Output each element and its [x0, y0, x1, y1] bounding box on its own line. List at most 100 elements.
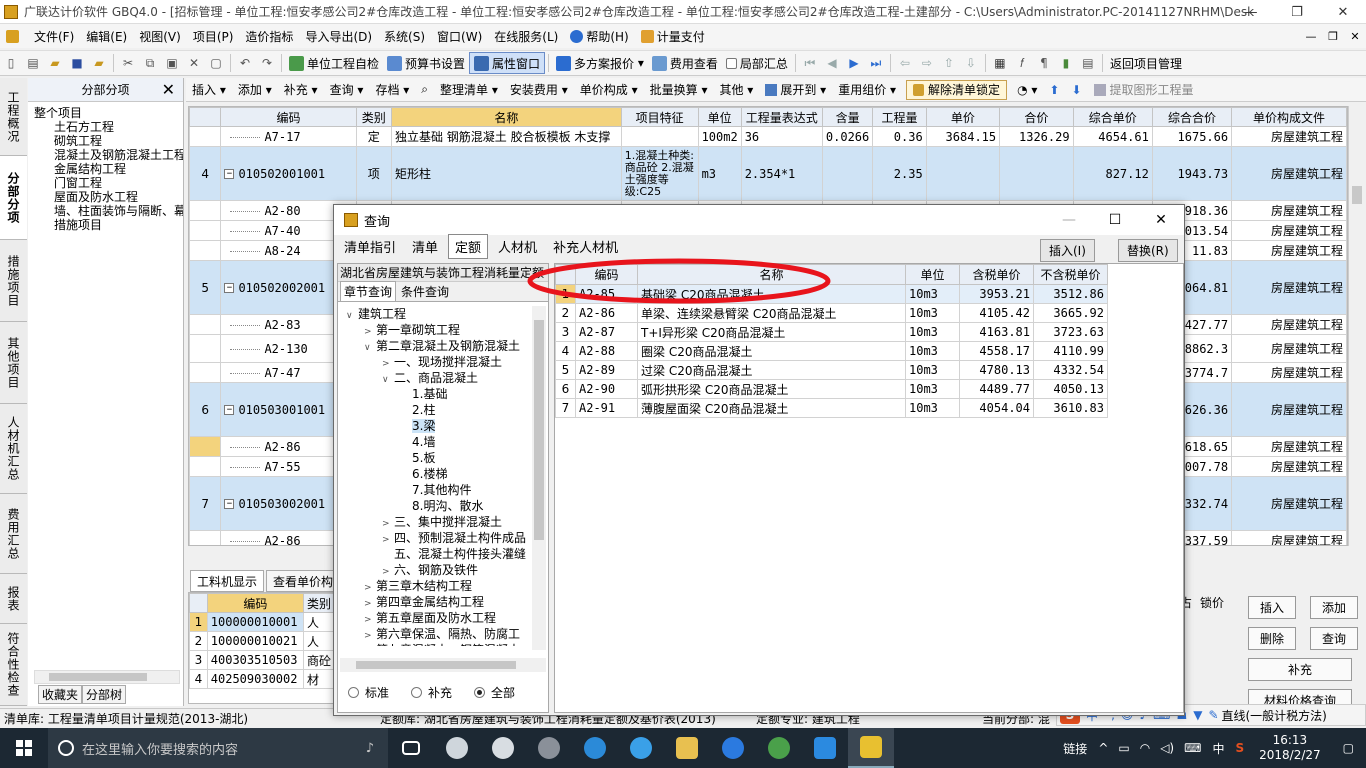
scrollbar-thumb[interactable]	[49, 673, 147, 681]
quota-unit-cell[interactable]: 10m3	[905, 379, 960, 399]
material-display-tab[interactable]: 工料机显示	[190, 570, 265, 592]
price-with-tax-cell[interactable]: 3953.21	[959, 284, 1034, 304]
prev-icon[interactable]: ◀	[821, 52, 843, 74]
quota-row[interactable]: 3 A2-87 T+I异形梁 C20商品混凝土 10m3 4163.81 3723.63	[555, 322, 1108, 342]
chapter-tree-node[interactable]: > 第五章屋面及防水工程	[340, 610, 530, 626]
col-header[interactable]: 编码	[206, 593, 304, 613]
new-icon[interactable]: ▯	[0, 52, 22, 74]
col-header[interactable]: 编码	[220, 107, 357, 127]
code-cell[interactable]: 400303510503	[206, 650, 304, 670]
total-price-cell[interactable]	[999, 146, 1074, 201]
price-without-tax-cell[interactable]: 3512.86	[1033, 284, 1108, 304]
chapter-tree-node[interactable]: > 第六章保温、隔热、防腐工	[340, 626, 530, 642]
plus-app-icon[interactable]	[802, 728, 848, 768]
quantity-cell[interactable]: 2.35	[872, 146, 927, 201]
microphone-icon[interactable]: ♪	[366, 741, 374, 756]
name-cell[interactable]: 独立基础 钢筋混凝土 胶合板模板 木支撑	[390, 126, 622, 147]
quota-row[interactable]: 4 A2-88 圈梁 C20商品混凝土 10m3 4558.17 4110.99	[555, 341, 1108, 361]
composite-price-cell[interactable]: 827.12	[1072, 146, 1153, 201]
col-header[interactable]: 单位	[697, 107, 742, 127]
table-row[interactable]: 3 400303510503 商砼	[189, 650, 335, 670]
arrow-down-icon[interactable]: ⬇	[1065, 83, 1087, 97]
quota-name-cell[interactable]: 单梁、连续梁悬臂梁 C20商品混凝土	[637, 303, 906, 323]
quota-name-cell[interactable]: 过梁 C20商品混凝土	[637, 360, 906, 380]
quota-name-cell[interactable]: 弧形拱形梁 C20商品混凝土	[637, 379, 906, 399]
chapter-tree-node[interactable]: > 第一章砌筑工程	[340, 322, 530, 338]
menu-app-icon[interactable]	[0, 29, 28, 43]
chapter-tree-node[interactable]: > 四、预制混凝土构件成品	[340, 530, 530, 546]
price-file-cell[interactable]: 房屋建筑工程	[1231, 260, 1347, 315]
quota-unit-cell[interactable]: 10m3	[905, 398, 960, 418]
code-cell[interactable]: 402509030002	[206, 669, 304, 689]
expanded-chevron-icon[interactable]: ∨	[364, 340, 376, 356]
price-with-tax-cell[interactable]: 4054.04	[959, 398, 1034, 418]
tree-node[interactable]: 措施项目	[28, 218, 183, 232]
menu-file[interactable]: 文件(F)	[28, 28, 80, 45]
feature-cell[interactable]	[620, 126, 699, 147]
radio-standard[interactable]: 标准	[348, 684, 389, 701]
unit-price-cell[interactable]: 3684.15	[925, 126, 1001, 147]
archive-menu[interactable]: 存档 ▾	[369, 81, 415, 98]
table-row[interactable]: 2 100000010021 人	[189, 631, 335, 651]
collapse-icon[interactable]: −	[224, 169, 235, 179]
expression-cell[interactable]: 2.354*1	[740, 146, 823, 201]
unit-cell[interactable]: m3	[697, 146, 742, 201]
budget-settings-button[interactable]: 预算书设置	[383, 52, 469, 74]
close-button[interactable]: ✕	[1320, 0, 1366, 24]
chapter-tree-node[interactable]: 5.板	[340, 450, 530, 466]
table-row[interactable]: A7-17 定独立基础 钢筋混凝土 胶合板模板 木支撑 100m2 36 0.0266 0…	[189, 126, 1347, 147]
price-without-tax-cell[interactable]: 3610.83	[1033, 398, 1108, 418]
tab-condition-query[interactable]: 条件查询	[398, 282, 452, 301]
tray-chevron-icon[interactable]: ^	[1093, 741, 1113, 755]
col-header[interactable]: 单价构成文件	[1231, 107, 1347, 127]
notification-icon[interactable]: ▢	[1331, 741, 1366, 755]
query-button[interactable]: 查询	[1310, 627, 1358, 650]
start-button[interactable]	[0, 728, 48, 768]
category-cell[interactable]: 人	[302, 612, 335, 632]
quota-unit-cell[interactable]: 10m3	[905, 322, 960, 342]
tree-node[interactable]: 砌筑工程	[28, 134, 183, 148]
price-structure-menu[interactable]: 单价构成 ▾	[574, 81, 644, 98]
formula-icon[interactable]: 𝑓	[1011, 52, 1033, 74]
chapter-tree-node[interactable]: > 第四章金属结构工程	[340, 594, 530, 610]
batch-convert-menu[interactable]: 批量换算 ▾	[644, 81, 714, 98]
expand-to-menu[interactable]: 展开到 ▾	[759, 81, 832, 98]
move-right-icon[interactable]: ⇨	[916, 52, 938, 74]
col-header[interactable]: 含量	[821, 107, 874, 127]
cut-icon[interactable]: ✂	[117, 52, 139, 74]
price-file-cell[interactable]: 房屋建筑工程	[1231, 240, 1347, 261]
collapse-icon[interactable]: −	[224, 283, 235, 293]
content-cell[interactable]	[821, 146, 874, 201]
tree-node[interactable]: 混凝土及钢筋混凝土工程	[28, 148, 183, 162]
menu-view[interactable]: 视图(V)	[133, 28, 187, 45]
code-cell[interactable]: 100000010001	[206, 612, 304, 632]
tree-node[interactable]: 整个项目	[28, 106, 183, 120]
unlock-list-button[interactable]: 解除清单锁定	[906, 79, 1008, 100]
price-structure-tab[interactable]: 查看单价构	[266, 570, 341, 592]
category-cell[interactable]: 商砼	[302, 650, 335, 670]
supplement-button[interactable]: 补充	[1248, 658, 1352, 681]
quota-code-cell[interactable]: A2-89	[575, 360, 638, 380]
redo-icon[interactable]: ↷	[256, 52, 278, 74]
open-icon[interactable]: ▰	[88, 52, 110, 74]
price-file-cell[interactable]: 房屋建筑工程	[1231, 436, 1347, 457]
col-header[interactable]: 工程量	[872, 107, 927, 127]
tray-network-icon[interactable]: ▭	[1113, 741, 1134, 755]
move-left-icon[interactable]: ⇦	[894, 52, 916, 74]
delete-icon[interactable]: ✕	[183, 52, 205, 74]
quota-code-cell[interactable]: A2-86	[575, 303, 638, 323]
price-file-cell[interactable]: 房屋建筑工程	[1231, 530, 1347, 545]
quota-code-cell[interactable]: A2-88	[575, 341, 638, 361]
col-header[interactable]: 类别	[355, 107, 392, 127]
open-folder-icon[interactable]: ▰	[44, 52, 66, 74]
internet-explorer-icon[interactable]	[618, 728, 664, 768]
delete-button[interactable]: 删除	[1248, 627, 1296, 650]
chapter-tree-node[interactable]: 8.明沟、散水	[340, 498, 530, 514]
tree-node[interactable]: 墙、柱面装饰与隔断、幕墙工程	[28, 204, 183, 218]
menu-window[interactable]: 窗口(W)	[431, 28, 488, 45]
price-file-cell[interactable]: 房屋建筑工程	[1231, 456, 1347, 477]
tab-list-guide[interactable]: 清单指引	[338, 235, 402, 258]
unit-check-button[interactable]: 单位工程自检	[285, 52, 383, 74]
quota-name-cell[interactable]: 薄腹屋面梁 C20商品混凝土	[637, 398, 906, 418]
clipboard-icon[interactable]: ▢	[205, 52, 227, 74]
